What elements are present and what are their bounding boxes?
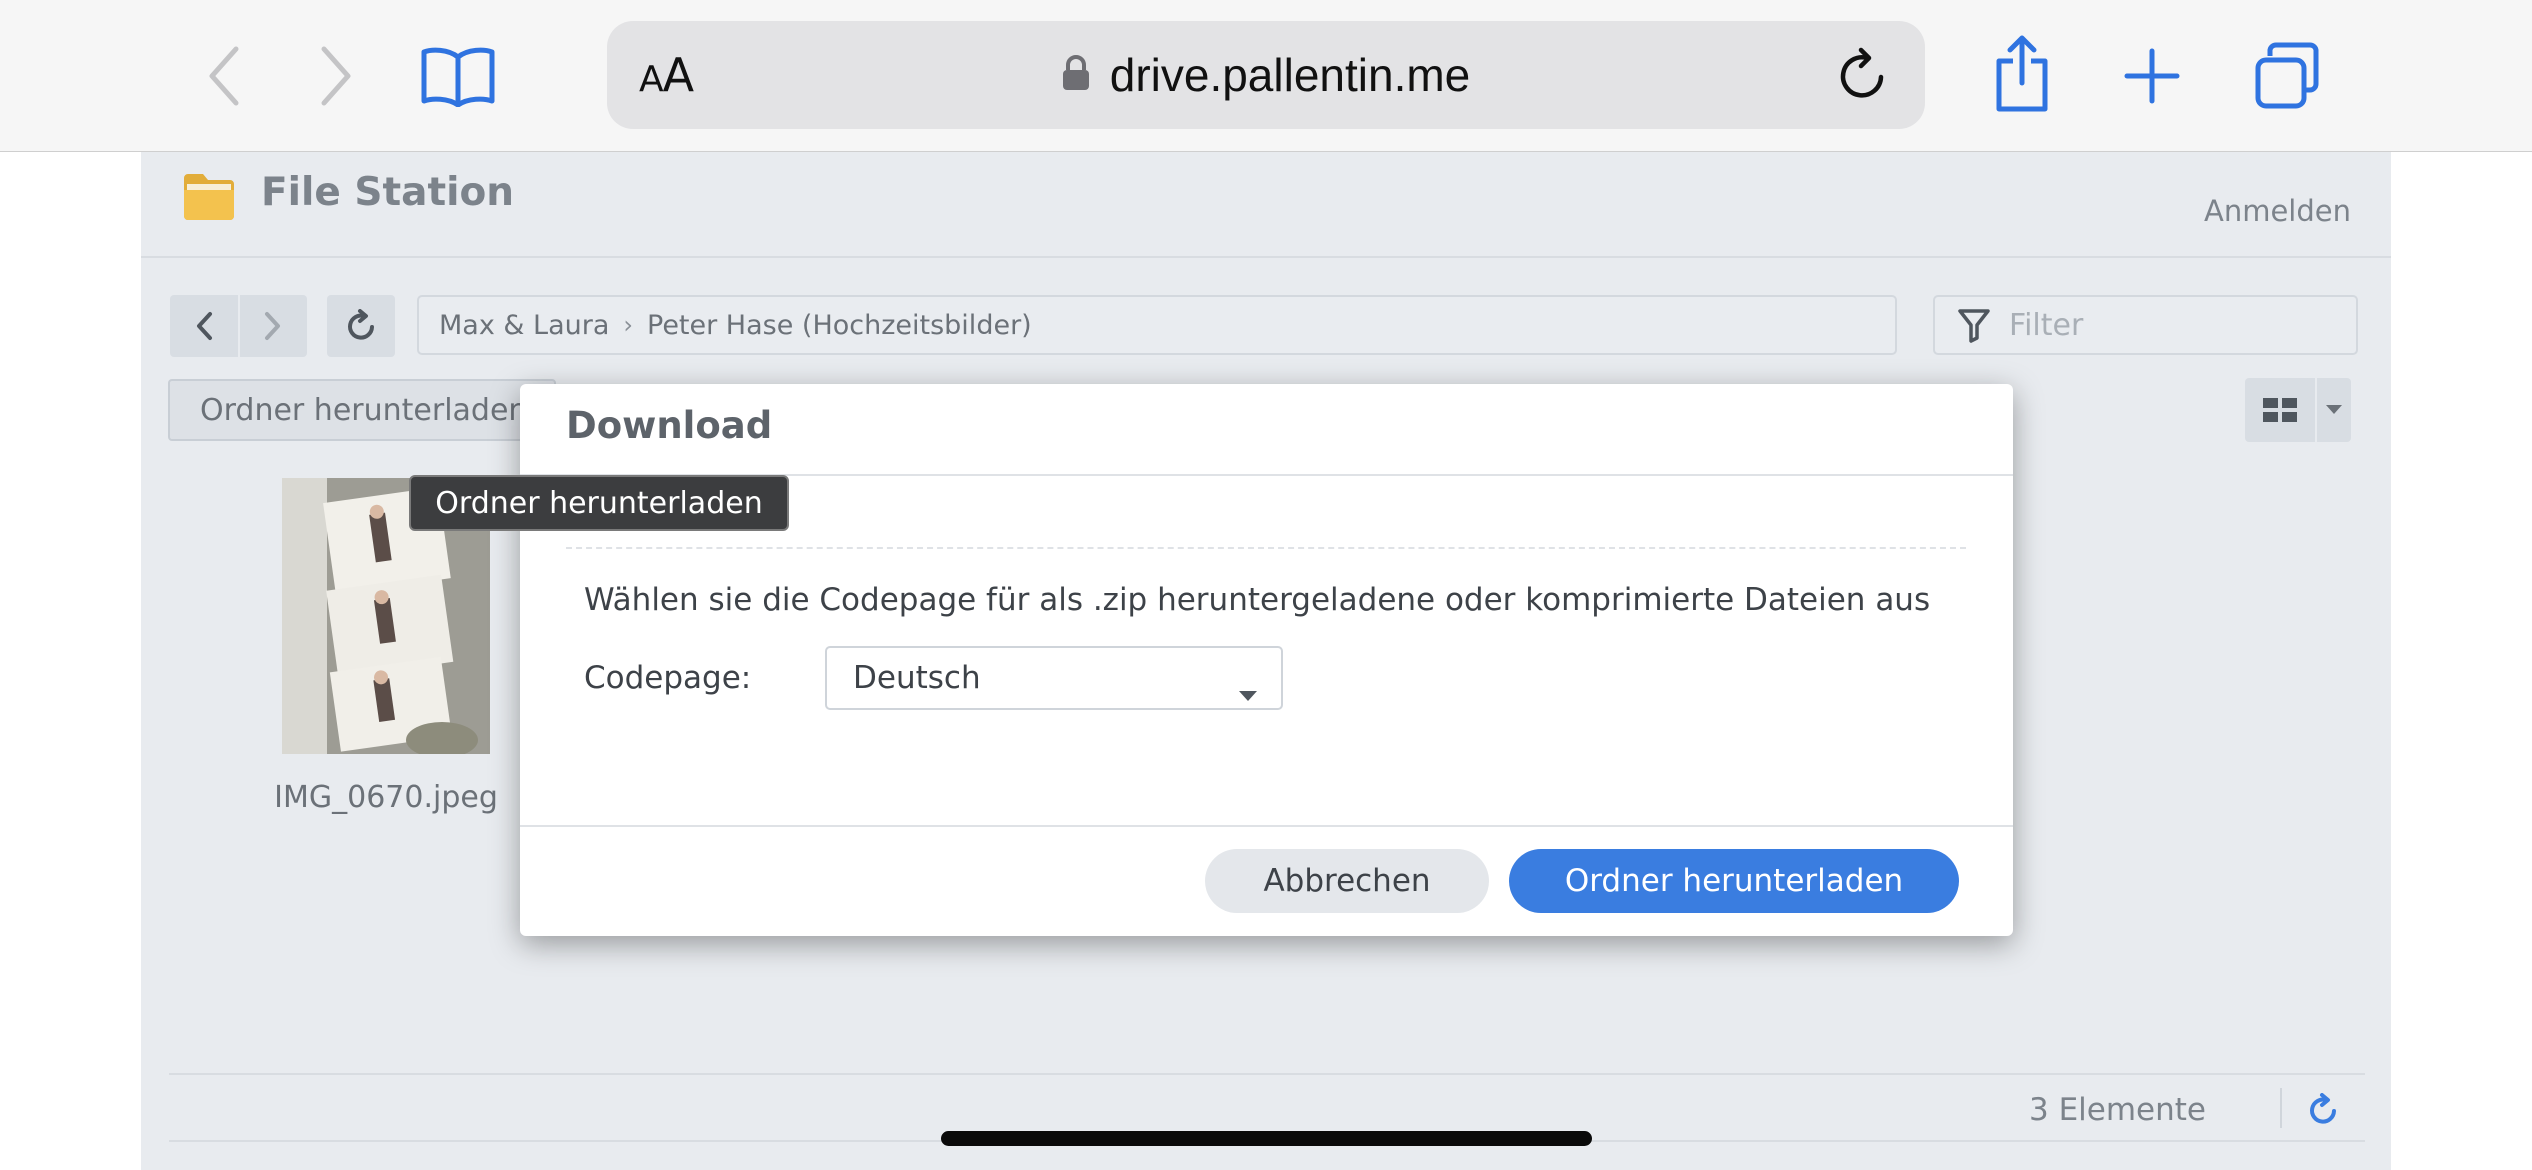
filter-input[interactable]: Filter: [1933, 295, 2358, 355]
dialog-title: Download: [566, 404, 773, 447]
file-name[interactable]: IMG_0670.jpeg: [226, 780, 546, 815]
codepage-select[interactable]: Deutsch: [825, 646, 1283, 710]
caret-down-icon[interactable]: [2315, 378, 2351, 442]
download-folder-button[interactable]: Ordner herunterladen: [168, 379, 556, 441]
folder-icon: [181, 168, 237, 224]
reload-icon[interactable]: [1831, 43, 1895, 107]
footer-separator: [2280, 1088, 2282, 1128]
codepage-value: Deutsch: [853, 660, 981, 696]
dialog-description: Wählen sie die Codepage für als .zip her…: [584, 582, 1931, 618]
address-bar[interactable]: AA drive.pallentin.me: [607, 21, 1925, 129]
section-divider: [566, 547, 1966, 549]
filter-placeholder: Filter: [2009, 307, 2084, 343]
chevron-right-icon: [265, 312, 281, 340]
login-link[interactable]: Anmelden: [2204, 194, 2351, 228]
new-tab-icon[interactable]: [2120, 44, 2184, 108]
breadcrumb-item[interactable]: Max & Laura: [439, 310, 609, 341]
download-folder-confirm-button[interactable]: Ordner herunterladen: [1509, 849, 1959, 913]
chevron-right-icon: ›: [623, 311, 633, 339]
caret-down-icon: [1239, 674, 1257, 710]
home-indicator: [941, 1131, 1592, 1146]
refresh-button[interactable]: [327, 295, 395, 357]
tooltip: Ordner herunterladen: [409, 475, 789, 531]
nav-back-button[interactable]: [170, 295, 238, 357]
bookmarks-icon[interactable]: [418, 40, 498, 112]
breadcrumb-item[interactable]: Peter Hase (Hochzeitsbilder): [647, 310, 1032, 341]
url-text: drive.pallentin.me: [1109, 49, 1471, 101]
cancel-button[interactable]: Abbrechen: [1205, 849, 1489, 913]
forward-icon[interactable]: [308, 40, 364, 112]
history-nav: [170, 295, 307, 357]
chevron-left-icon: [196, 312, 212, 340]
refresh-icon: [348, 309, 374, 340]
item-count: 3 Elemente: [2029, 1092, 2206, 1128]
footer-refresh-icon[interactable]: [2303, 1090, 2343, 1130]
download-dialog: Download Wählen sie die Codepage für als…: [520, 384, 2013, 936]
app-header: File Station Anmelden: [141, 152, 2391, 258]
back-icon[interactable]: [196, 40, 252, 112]
footer-divider: [169, 1073, 2365, 1075]
lock-icon: [1062, 55, 1090, 95]
filter-icon: [1958, 309, 1990, 343]
codepage-label: Codepage:: [584, 660, 752, 696]
breadcrumb: Max & Laura › Peter Hase (Hochzeitsbilde…: [417, 295, 1897, 355]
view-mode-toggle[interactable]: [2245, 378, 2351, 442]
app-title: File Station: [261, 170, 515, 215]
tabs-overview-icon[interactable]: [2250, 40, 2326, 114]
nav-forward-button[interactable]: [237, 295, 308, 357]
browser-toolbar: AA drive.pallentin.me: [0, 0, 2532, 152]
share-icon[interactable]: [1990, 34, 2054, 114]
grid-view-icon[interactable]: [2245, 378, 2315, 442]
dialog-footer-divider: [520, 825, 2013, 827]
